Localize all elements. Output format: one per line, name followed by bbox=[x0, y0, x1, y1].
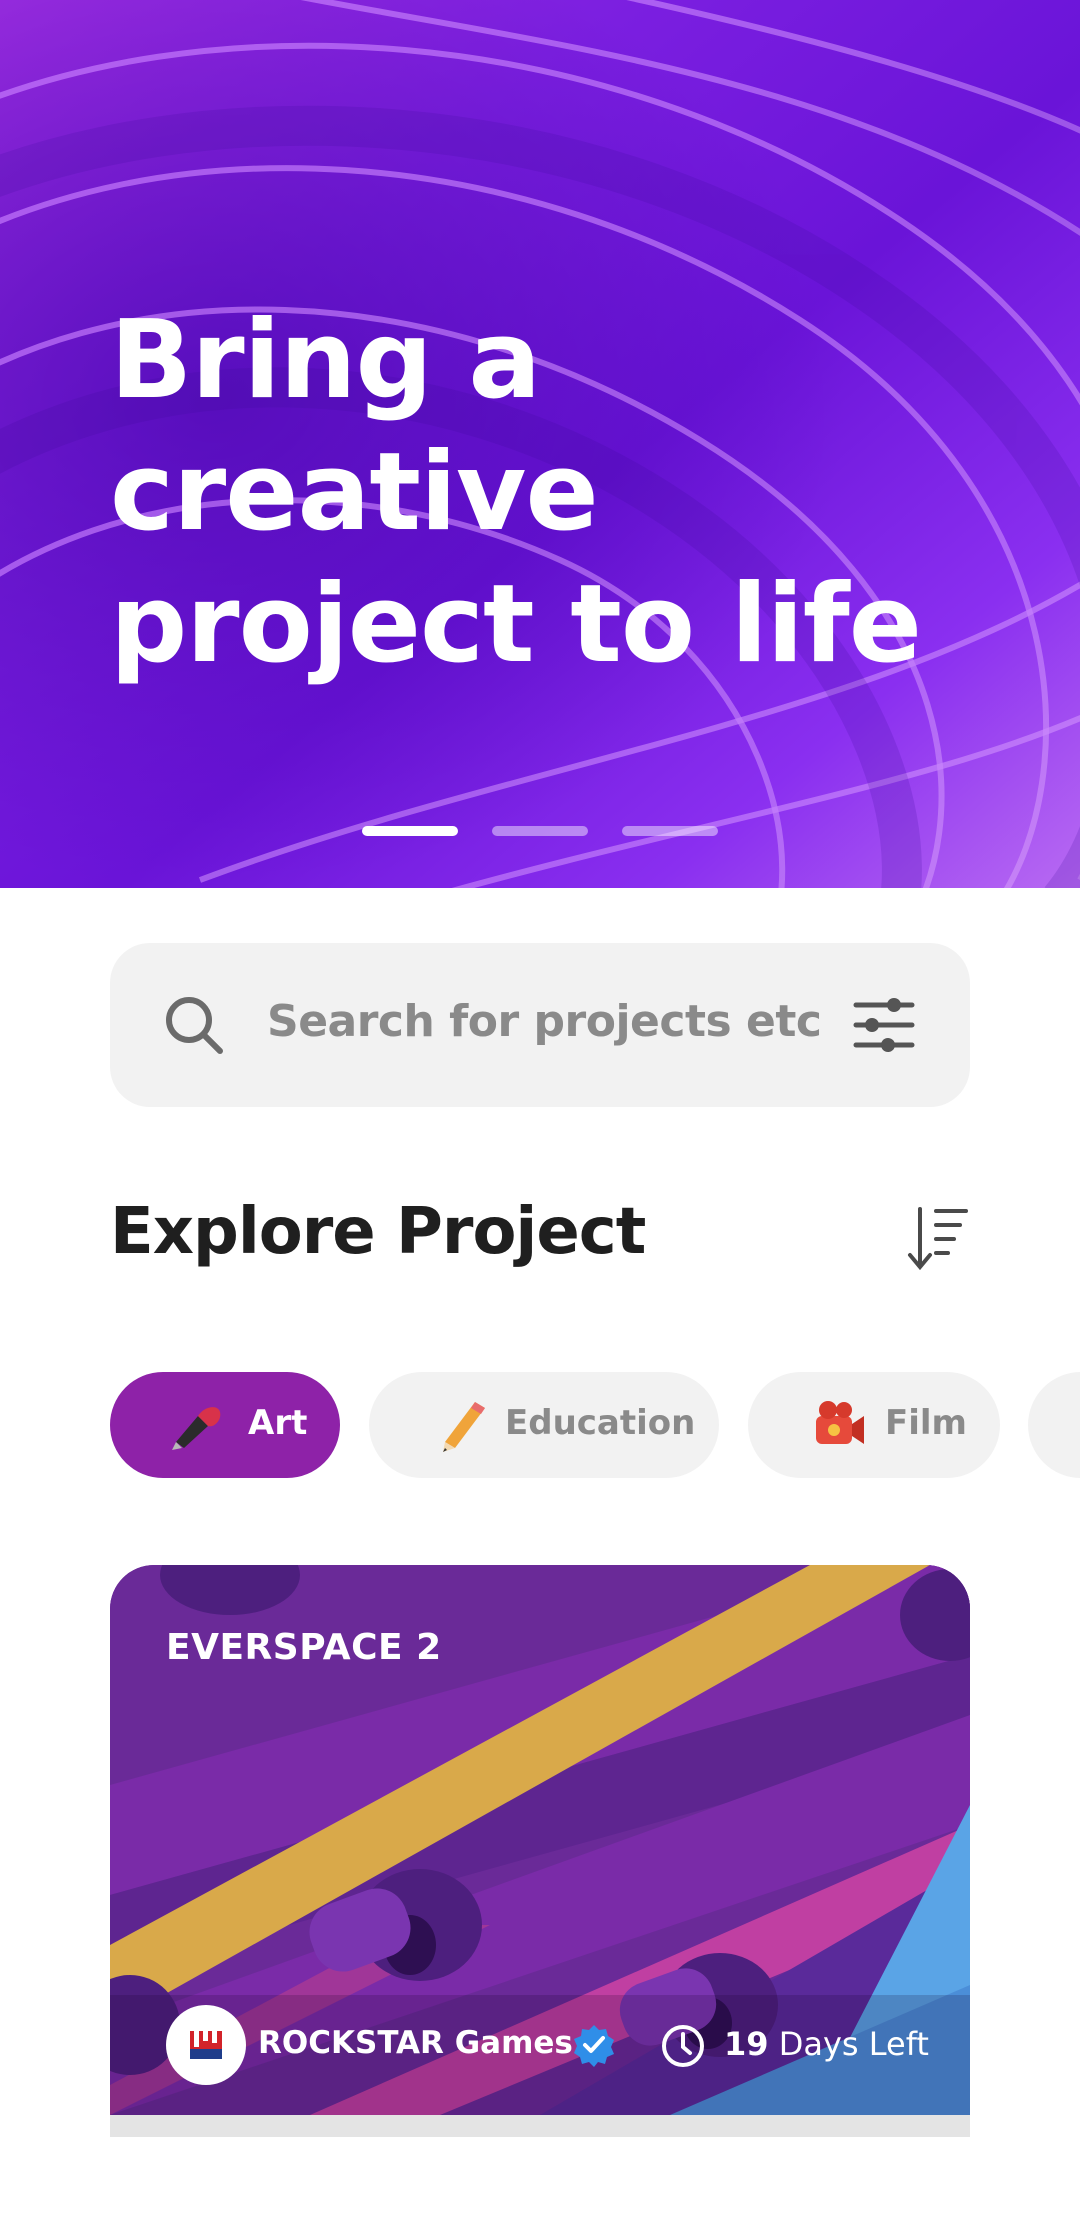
chip-label: Art bbox=[248, 1403, 308, 1443]
search-input[interactable]: Search for projects etc bbox=[267, 996, 822, 1047]
chip-education[interactable]: Education bbox=[369, 1372, 719, 1478]
carousel-dot-3[interactable] bbox=[622, 826, 718, 836]
card-bottom-edge bbox=[110, 2115, 970, 2137]
carousel-dot-1[interactable] bbox=[362, 826, 458, 836]
chip-label: Film bbox=[885, 1403, 967, 1443]
project-card[interactable]: EVERSPACE 2 ROCKSTAR Games 19 Days Left bbox=[110, 1565, 970, 2115]
section-title: Explore Project bbox=[110, 1195, 646, 1269]
project-title: EVERSPACE 2 bbox=[166, 1627, 442, 1668]
hero-banner[interactable]: Bring a creative project to life bbox=[0, 0, 1080, 888]
studio-name[interactable]: ROCKSTAR Games bbox=[258, 2025, 573, 2061]
search-icon[interactable] bbox=[162, 993, 226, 1057]
clock-icon bbox=[662, 2025, 704, 2067]
project-meta: ROCKSTAR Games 19 Days Left bbox=[166, 2005, 966, 2085]
days-left-number: 19 bbox=[724, 2025, 769, 2063]
verified-badge-icon bbox=[574, 2025, 614, 2067]
carousel-dot-2[interactable] bbox=[492, 826, 588, 836]
days-left: 19 Days Left bbox=[724, 2025, 929, 2063]
paint-brush-icon bbox=[172, 1407, 221, 1450]
days-left-label: Days Left bbox=[768, 2025, 929, 2063]
sort-descending-icon[interactable] bbox=[906, 1205, 970, 1271]
chip-art[interactable]: Art bbox=[110, 1372, 340, 1478]
hero-title: Bring a creative project to life bbox=[110, 298, 922, 687]
chip-more[interactable] bbox=[1028, 1372, 1080, 1478]
chip-film[interactable]: Film bbox=[748, 1372, 1000, 1478]
studio-avatar[interactable] bbox=[166, 2005, 246, 2085]
sliders-icon[interactable] bbox=[852, 995, 916, 1055]
category-chips: Art Education Film bbox=[110, 1372, 1080, 1480]
movie-camera-icon bbox=[816, 1401, 864, 1444]
pencil-icon bbox=[443, 1402, 485, 1452]
chip-label: Education bbox=[505, 1403, 696, 1443]
search-bar[interactable]: Search for projects etc bbox=[110, 943, 970, 1107]
studio-logo-icon bbox=[190, 2031, 222, 2059]
carousel-indicator[interactable] bbox=[362, 826, 718, 836]
